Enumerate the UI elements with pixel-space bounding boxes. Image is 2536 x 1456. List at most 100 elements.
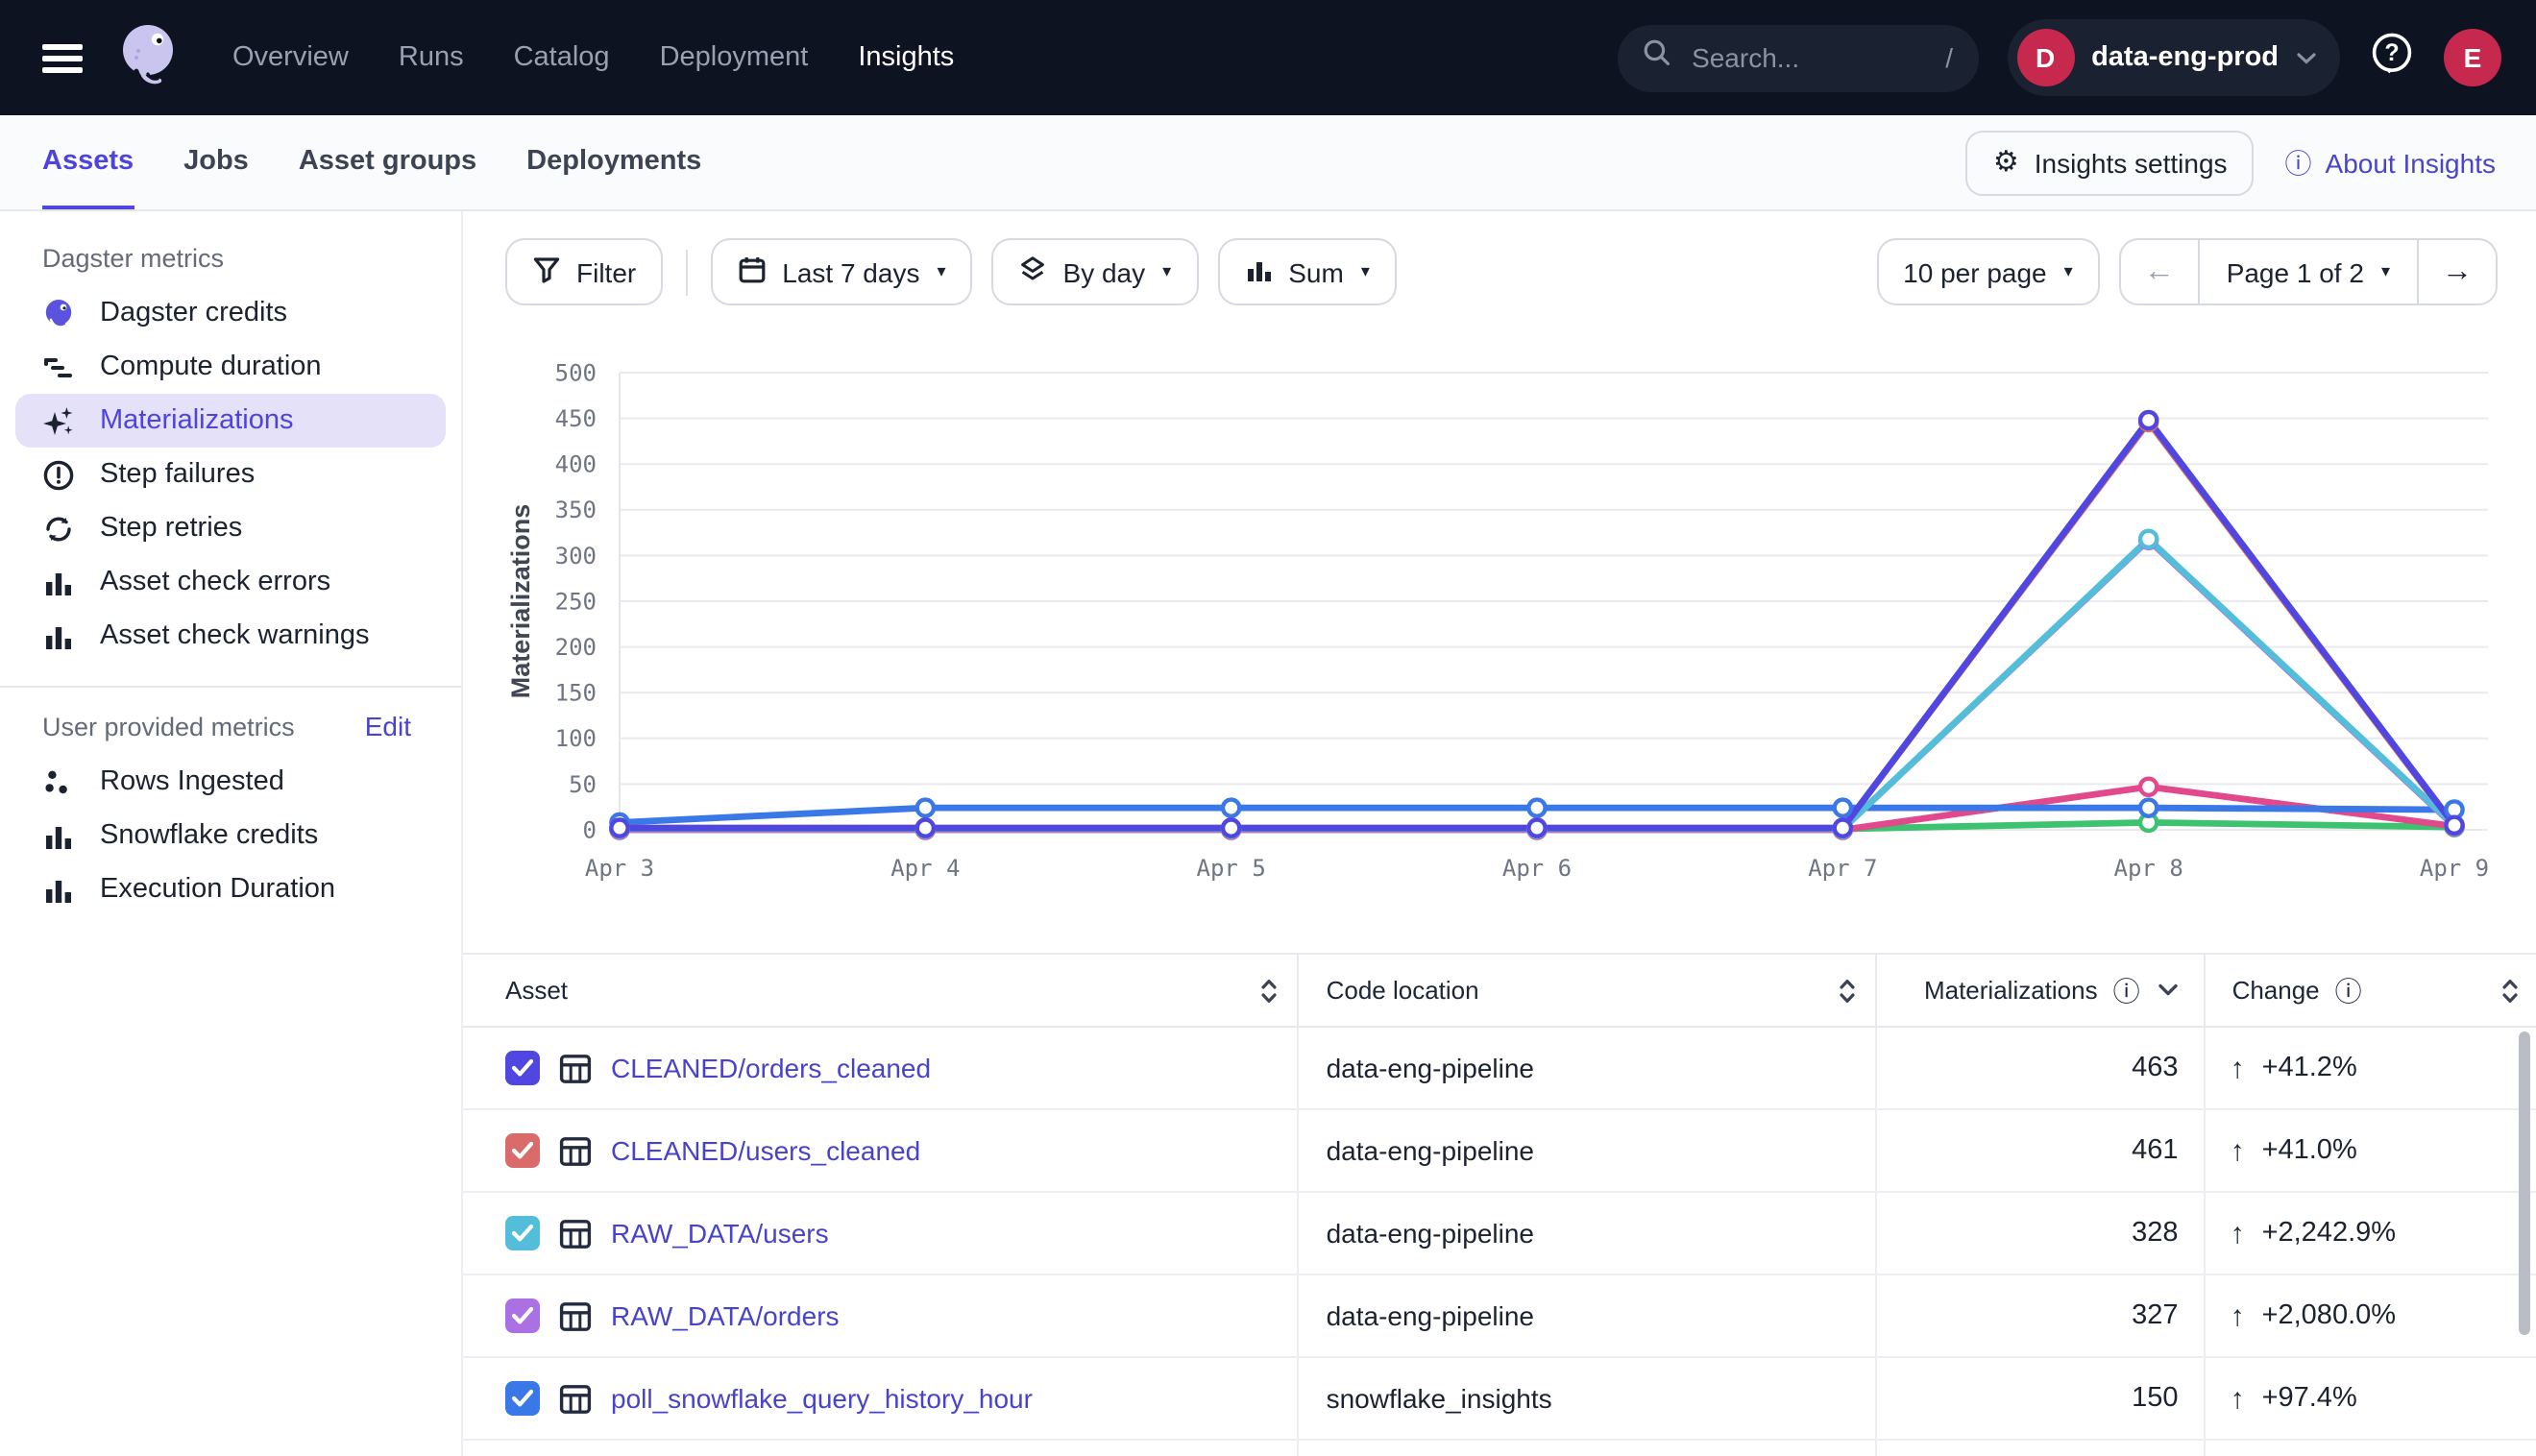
top-nav-link-catalog[interactable]: Catalog <box>514 42 610 73</box>
x-axis-tick-label: Apr 5 <box>1197 855 1266 882</box>
sort-icon[interactable] <box>1261 977 1279 1004</box>
info-icon[interactable]: ⓘ <box>2335 977 2362 1004</box>
hamburger-menu-icon[interactable] <box>42 43 83 72</box>
column-header-asset[interactable]: Asset <box>463 955 1300 1026</box>
per-page-dropdown[interactable]: 10 per page ▾ <box>1876 238 2100 305</box>
sidebar-item-snowflake-credits[interactable]: Snowflake credits <box>15 809 446 862</box>
sidebar-item-asset-check-errors[interactable]: Asset check errors <box>15 555 446 609</box>
materializations-cell: 463 <box>1878 1028 2206 1108</box>
materializations-cell: 328 <box>1878 1193 2206 1274</box>
top-nav-link-deployment[interactable]: Deployment <box>660 42 809 73</box>
org-switcher[interactable]: D data-eng-prod <box>2007 19 2340 96</box>
info-icon[interactable]: ⓘ <box>2113 977 2140 1004</box>
chart-line-cleaned-users-cleaned <box>620 422 2454 828</box>
top-nav-link-insights[interactable]: Insights <box>858 42 954 73</box>
table-row: CLEANED/…data-eng-pipeline <box>463 1441 2536 1456</box>
line-chart: 050100150200250300350400450500Apr 3Apr 4… <box>463 346 2536 922</box>
page-selector[interactable]: Page 1 of 2 ▾ <box>2198 240 2419 303</box>
sidebar-item-step-retries[interactable]: Step retries <box>15 501 446 555</box>
row-checkbox[interactable] <box>505 1133 540 1168</box>
asset-link[interactable]: CLEANED/orders_cleaned <box>611 1053 931 1083</box>
main-content: Filter Last 7 days ▾ By day ▾ <box>461 211 2536 1456</box>
chevron-down-icon: ▾ <box>2064 261 2073 282</box>
user-avatar[interactable]: E <box>2444 29 2501 86</box>
y-axis-tick-label: 500 <box>555 359 597 386</box>
materializations-value: 327 <box>2132 1300 2178 1331</box>
sidebar-item-materializations[interactable]: Materializations <box>15 394 446 448</box>
about-insights-link[interactable]: ⓘ About Insights <box>2285 147 2496 178</box>
asset-link[interactable]: poll_snowflake_query_history_hour <box>611 1383 1033 1414</box>
help-icon[interactable]: ? <box>2369 30 2415 85</box>
asset-link[interactable]: RAW_DATA/orders <box>611 1300 840 1331</box>
search-box[interactable]: / <box>1617 24 1978 91</box>
next-page-button[interactable]: → <box>2419 240 2496 303</box>
asset-link[interactable]: RAW_DATA/users <box>611 1218 829 1249</box>
up-arrow-icon: ↑ <box>2231 1052 2245 1084</box>
change-value: +97.4% <box>2262 1383 2357 1414</box>
tab-deployments[interactable]: Deployments <box>526 115 701 209</box>
top-nav-links: Overview Runs Catalog Deployment Insights <box>232 42 954 73</box>
sort-icon[interactable] <box>2501 977 2519 1004</box>
sidebar-item-label: Dagster credits <box>100 298 287 328</box>
sidebar-item-compute-duration[interactable]: Compute duration <box>15 340 446 394</box>
sidebar-item-rows-ingested[interactable]: Rows Ingested <box>15 755 446 809</box>
tab-assets[interactable]: Assets <box>42 115 134 209</box>
asset-link[interactable]: CLEANED/users_cleaned <box>611 1135 920 1166</box>
top-nav-link-runs[interactable]: Runs <box>399 42 464 73</box>
column-header-label: Change <box>2232 976 2320 1005</box>
top-nav-link-overview[interactable]: Overview <box>232 42 349 73</box>
code-location-cell: snowflake_insights <box>1300 1358 1878 1439</box>
row-checkbox[interactable] <box>505 1298 540 1333</box>
up-arrow-icon: ↑ <box>2231 1299 2245 1332</box>
asset-cell: CLEANED/orders_cleaned <box>463 1028 1300 1108</box>
y-axis-tick-label: 200 <box>555 634 597 661</box>
scrollbar-thumb[interactable] <box>2519 1031 2530 1335</box>
sidebar-item-execution-duration[interactable]: Execution Duration <box>15 862 446 916</box>
edit-metrics-link[interactable]: Edit <box>365 711 411 741</box>
column-header-change[interactable]: Change ⓘ <box>2206 955 2536 1026</box>
row-checkbox[interactable] <box>505 1216 540 1250</box>
materializations-cell: 461 <box>1878 1110 2206 1191</box>
granularity-dropdown[interactable]: By day ▾ <box>992 238 1199 305</box>
sidebar-item-asset-check-warnings[interactable]: Asset check warnings <box>15 609 446 663</box>
previous-page-button[interactable]: ← <box>2121 240 2198 303</box>
table-header-row: AssetCode locationMaterializationsⓘChang… <box>463 955 2536 1028</box>
bar-chart-icon <box>42 619 75 652</box>
table-row: poll_snowflake_query_history_hour snowfla… <box>463 1358 2536 1441</box>
aggregation-dropdown[interactable]: Sum ▾ <box>1217 238 1397 305</box>
sidebar-item-step-failures[interactable]: Step failures <box>15 448 446 501</box>
code-location-cell: data-eng-pipeline <box>1300 1193 1878 1274</box>
metrics-sidebar: Dagster metricsDagster creditsCompute du… <box>0 211 461 1456</box>
org-badge: D <box>2016 29 2074 86</box>
sidebar-section-title: User provided metricsEdit <box>42 709 411 743</box>
tab-asset-groups[interactable]: Asset groups <box>299 115 476 209</box>
change-cell <box>2206 1441 2536 1456</box>
column-header-code-location[interactable]: Code location <box>1300 955 1878 1026</box>
gear-icon: ⚙ <box>1993 148 2019 177</box>
change-cell: ↑+97.4% <box>2206 1358 2536 1439</box>
y-axis-tick-label: 0 <box>583 816 597 843</box>
materializations-cell: 150 <box>1878 1358 2206 1439</box>
x-axis-tick-label: Apr 4 <box>890 855 960 882</box>
top-nav-right: / D data-eng-prod ? E <box>1617 19 2501 96</box>
granularity-label: By day <box>1063 256 1146 287</box>
filter-button[interactable]: Filter <box>505 238 663 305</box>
date-range-dropdown[interactable]: Last 7 days ▾ <box>711 238 972 305</box>
sort-icon[interactable] <box>1840 977 1857 1004</box>
search-input[interactable] <box>1688 40 1928 75</box>
table-row: CLEANED/users_cleaneddata-eng-pipeline46… <box>463 1110 2536 1193</box>
change-cell: ↑+2,242.9% <box>2206 1193 2536 1274</box>
sidebar-item-dagster-credits[interactable]: Dagster credits <box>15 286 446 340</box>
change-cell: ↑+41.2% <box>2206 1028 2536 1108</box>
row-checkbox[interactable] <box>505 1381 540 1416</box>
insights-settings-button[interactable]: ⚙ Insights settings <box>1966 130 2255 195</box>
dagster-logo-icon[interactable] <box>113 19 183 96</box>
y-axis-tick-label: 450 <box>555 405 597 432</box>
row-checkbox[interactable] <box>505 1051 540 1085</box>
column-header-materializations[interactable]: Materializationsⓘ <box>1878 955 2206 1026</box>
tab-jobs[interactable]: Jobs <box>183 115 249 209</box>
sub-nav-right: ⚙ Insights settings ⓘ About Insights <box>1966 115 2496 209</box>
materializations-cell: 327 <box>1878 1275 2206 1356</box>
sparkles-icon <box>42 404 75 437</box>
y-axis-tick-label: 300 <box>555 543 597 570</box>
